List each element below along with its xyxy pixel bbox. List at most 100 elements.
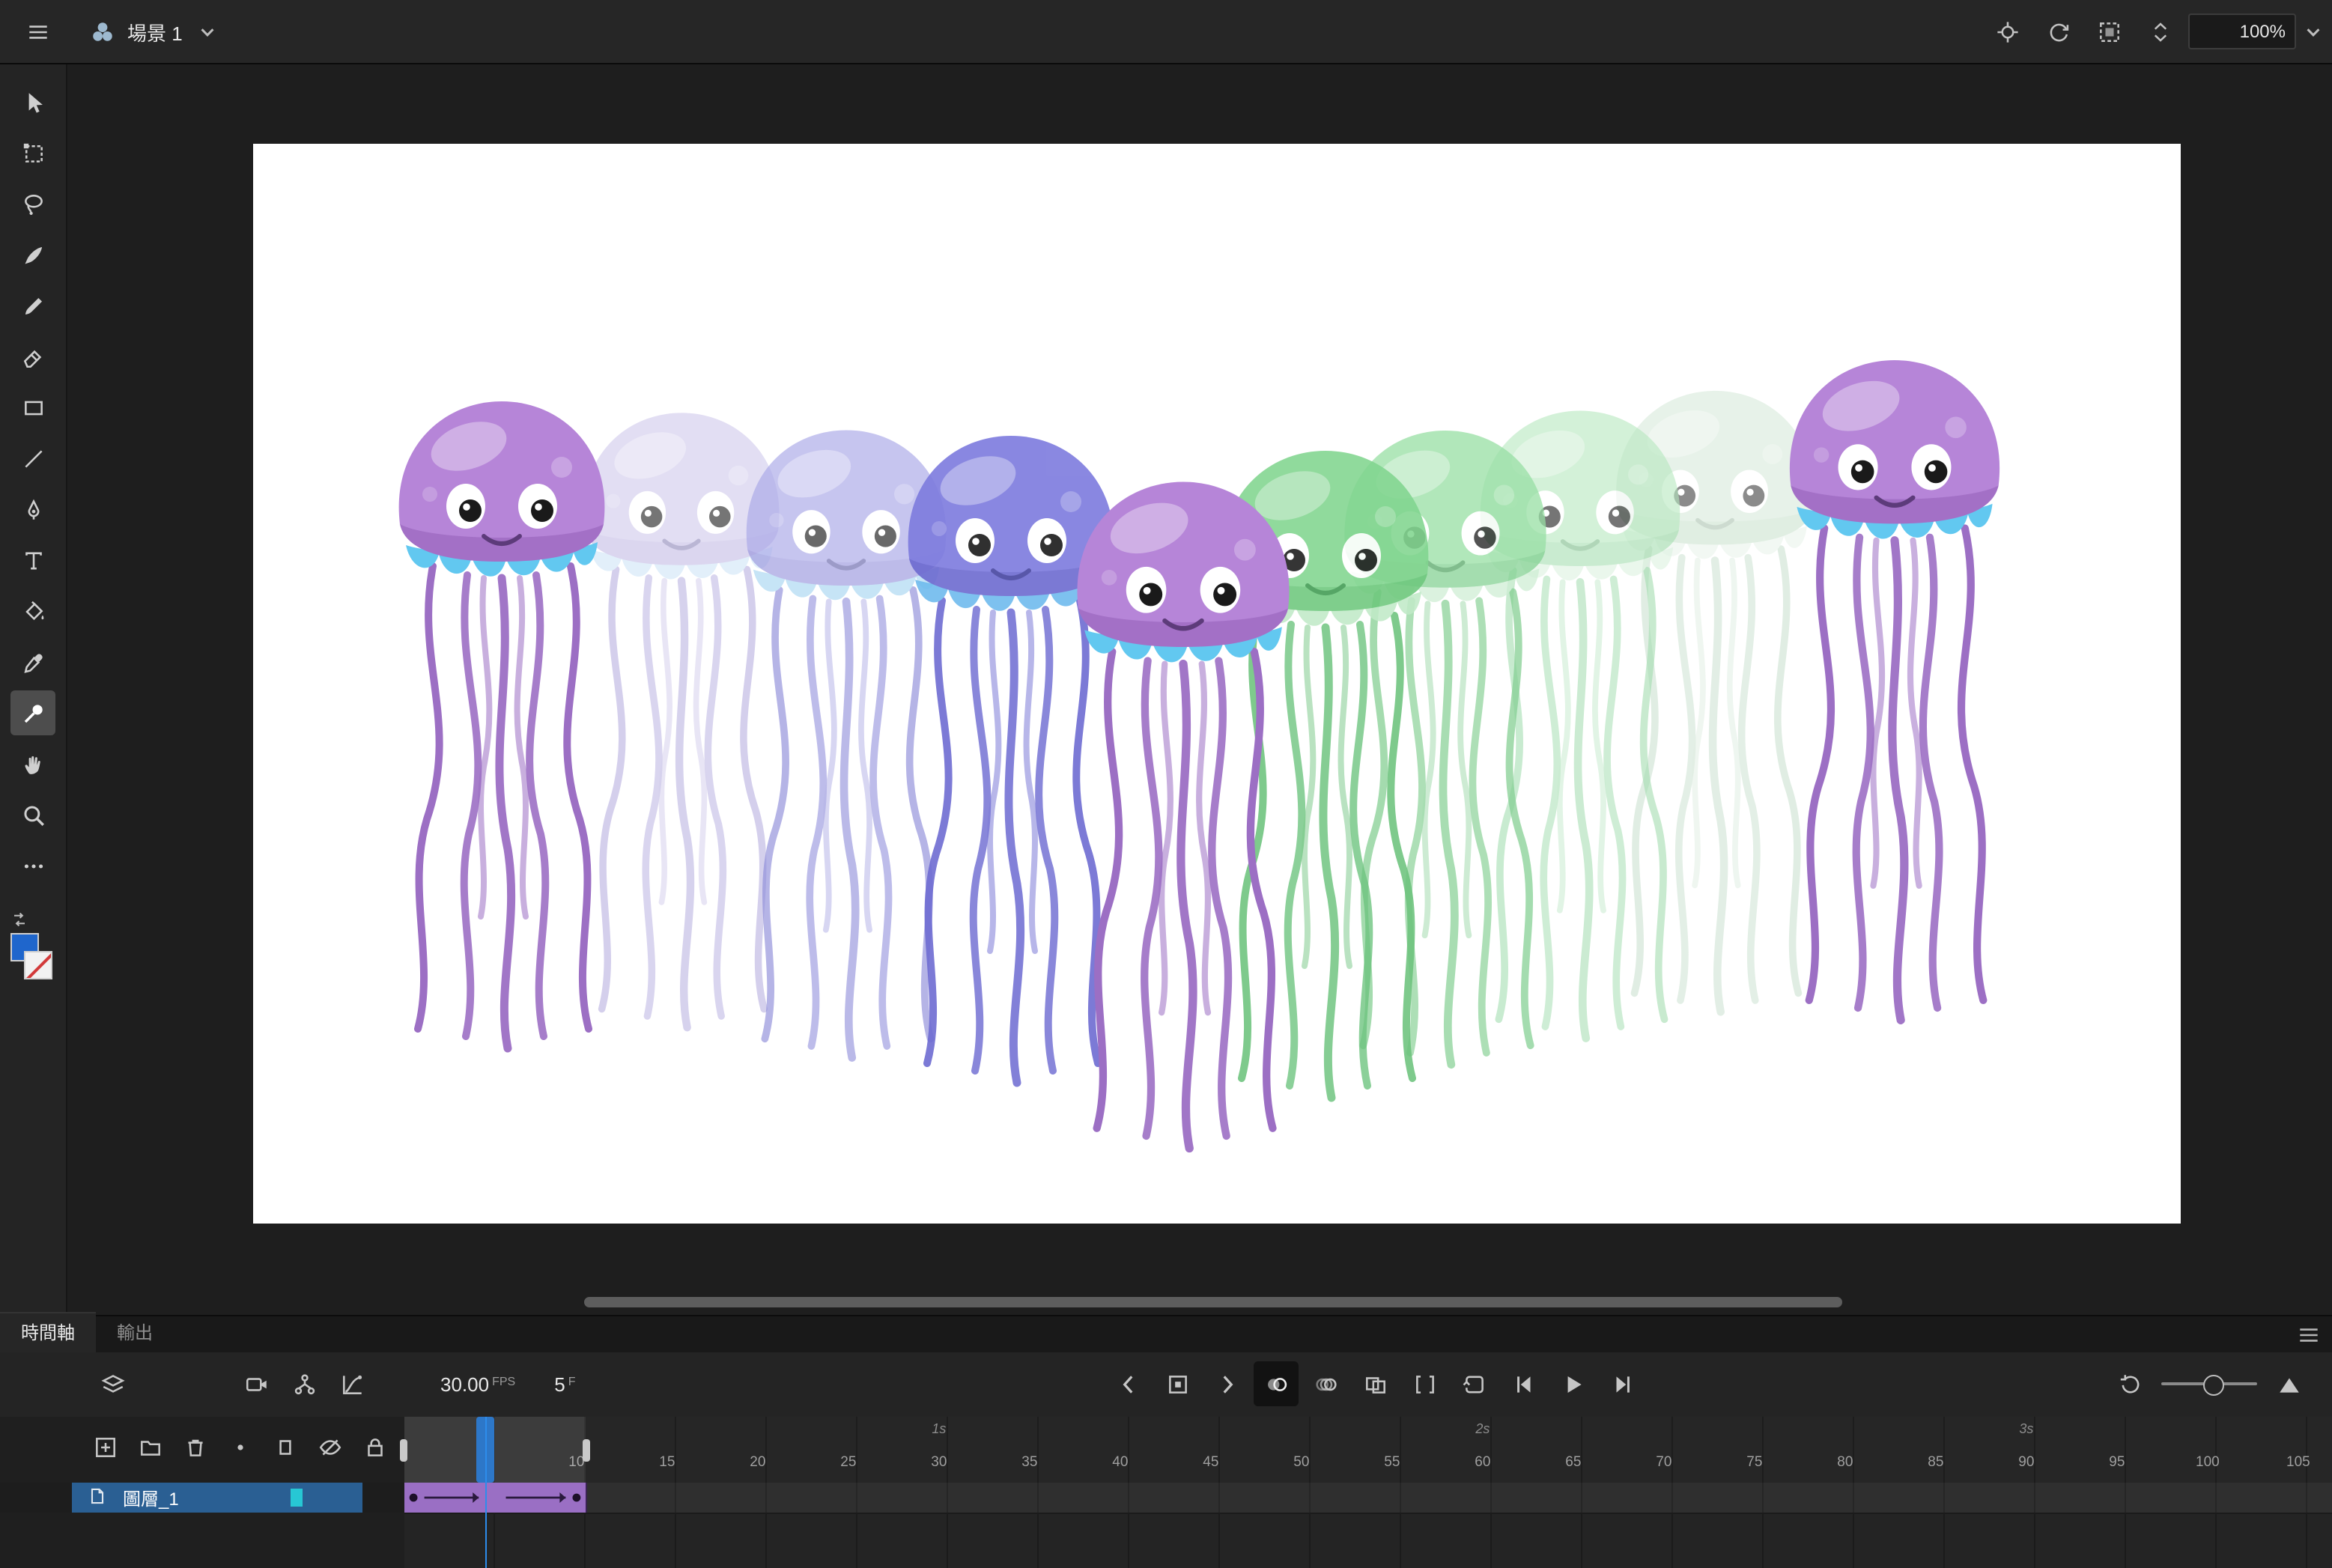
clip-content-outside-stage-button[interactable] <box>2086 9 2131 54</box>
jellyfish-purple[interactable] <box>1077 481 1290 1149</box>
tab-timeline[interactable]: 時間軸 <box>0 1312 97 1352</box>
onion-skin-outlines-button[interactable] <box>1303 1361 1348 1406</box>
timeline-zoom-slider[interactable] <box>2161 1375 2257 1396</box>
stroke-color-swatch[interactable] <box>24 951 52 979</box>
loop-playback-button[interactable] <box>1451 1361 1496 1406</box>
frame-rate-display[interactable]: 30.00 FPS <box>440 1373 515 1396</box>
frame-number: 65 <box>1565 1454 1582 1471</box>
clip-icon <box>2096 19 2122 44</box>
rotateHand-icon <box>2045 19 2071 44</box>
frame-number: 105 <box>2286 1454 2310 1471</box>
tween-span[interactable] <box>404 1483 587 1513</box>
onion-skin-button[interactable] <box>1254 1361 1299 1406</box>
layer-outline-color-swatch[interactable] <box>291 1489 303 1507</box>
hide-layer-button[interactable] <box>312 1429 347 1465</box>
text-tool[interactable] <box>10 538 55 583</box>
pen-tool[interactable] <box>10 487 55 532</box>
frame-number: 85 <box>1928 1454 1944 1471</box>
timeline-zoom-max-button[interactable] <box>2266 1361 2311 1406</box>
layer-frames-row[interactable] <box>404 1483 2332 1514</box>
panel-menu-button[interactable] <box>2293 1321 2323 1348</box>
selection-tool[interactable] <box>10 79 55 124</box>
nodeTree-icon <box>291 1372 317 1397</box>
jellyfish-blue[interactable] <box>908 436 1114 1083</box>
frame-number: 50 <box>1293 1454 1310 1471</box>
hand-tool[interactable] <box>10 741 55 786</box>
frame-number: 30 <box>931 1454 947 1471</box>
lasso-icon <box>20 191 46 216</box>
eyedropper-tool[interactable] <box>10 639 55 684</box>
tab-output[interactable]: 輸出 <box>96 1313 174 1352</box>
chevron-down-icon[interactable] <box>195 19 220 44</box>
frames-grid[interactable] <box>404 1483 2332 1568</box>
stage-canvas[interactable] <box>253 144 2181 1224</box>
layer-parenting-button[interactable] <box>282 1362 327 1407</box>
classic-brush-tool[interactable] <box>10 283 55 328</box>
curveGraph-icon <box>339 1372 365 1397</box>
menu-icon <box>25 19 50 44</box>
jellyfish-purple[interactable] <box>1789 360 2000 1021</box>
graph-editor-button[interactable] <box>330 1362 374 1407</box>
swap-colors-icon[interactable] <box>9 909 33 930</box>
onion-start-handle[interactable] <box>400 1439 407 1462</box>
step-back-frame-button[interactable] <box>1501 1361 1546 1406</box>
horizontal-scrollbar[interactable] <box>584 1297 1842 1307</box>
lock-layer-button[interactable] <box>356 1429 392 1465</box>
zoom-level-field[interactable]: 100% <box>2188 13 2296 49</box>
fluid-brush-tool[interactable] <box>10 232 55 277</box>
frame-ruler[interactable]: 1s2s3s5101520253035404550556065707580859… <box>400 1417 2332 1484</box>
step-forward-keyframe-button[interactable] <box>1204 1361 1249 1406</box>
new-folder-button[interactable] <box>132 1429 168 1465</box>
step-forward-frame-button[interactable] <box>1600 1361 1645 1406</box>
frame-number: 15 <box>659 1454 675 1471</box>
lock-icon <box>362 1434 387 1459</box>
show-hide-all-button[interactable] <box>222 1429 258 1465</box>
outline-mode-button[interactable] <box>267 1429 303 1465</box>
breadcrumb[interactable]: 場景 1 <box>90 17 220 46</box>
layer-panel: 圖層_1 <box>0 1417 406 1568</box>
delete-layer-button[interactable] <box>177 1429 213 1465</box>
edit-multiple-frames-button[interactable] <box>1352 1361 1397 1406</box>
play-button[interactable] <box>1550 1361 1595 1406</box>
step-back-keyframe-button[interactable] <box>1105 1361 1150 1406</box>
frame-number: 95 <box>2109 1454 2125 1471</box>
zoom-tool[interactable] <box>10 792 55 837</box>
frame-number: 45 <box>1203 1454 1219 1471</box>
pasteboard[interactable] <box>66 64 2332 1316</box>
more-tools-tool[interactable] <box>10 843 55 888</box>
timeline-zoom-knob[interactable] <box>2203 1375 2224 1396</box>
modify-onion-markers-button[interactable] <box>1402 1361 1447 1406</box>
fps-value: 30.00 <box>440 1373 490 1396</box>
frame-number: 60 <box>1475 1454 1491 1471</box>
layer-row-selected[interactable]: 圖層_1 <box>72 1483 362 1513</box>
timeline-panel: 時間軸 輸出 30.00 FPS 5 F 圖層_1 1s 2s 3s 10 15… <box>0 1312 2332 1568</box>
rotate-view-button[interactable] <box>2035 9 2080 54</box>
rectangle-tool[interactable] <box>10 385 55 430</box>
center-frame-button[interactable] <box>1155 1361 1200 1406</box>
main-menu-button[interactable] <box>12 9 63 54</box>
line-icon <box>20 446 46 471</box>
lasso-tool[interactable] <box>10 181 55 226</box>
playhead-line[interactable] <box>485 1417 488 1568</box>
zoom-dropdown-button[interactable] <box>2302 15 2323 48</box>
layer-panel-toggle-button[interactable] <box>90 1362 135 1407</box>
paint-bucket-tool[interactable] <box>10 589 55 633</box>
reset-timeline-zoom-button[interactable] <box>2107 1361 2152 1406</box>
new-layer-button[interactable] <box>87 1429 123 1465</box>
line-tool[interactable] <box>10 436 55 481</box>
onion-end-handle[interactable] <box>583 1439 590 1462</box>
free-transform-tool[interactable] <box>10 130 55 175</box>
center-stage-button[interactable] <box>1985 9 2029 54</box>
asset-warp-tool[interactable] <box>10 690 55 735</box>
rect-icon <box>20 395 46 420</box>
frame-number: 75 <box>1746 1454 1763 1471</box>
zoom-stepper-button[interactable] <box>2137 9 2182 54</box>
pin-icon <box>20 700 46 726</box>
layer-row[interactable]: 圖層_1 <box>0 1483 404 1513</box>
eraser-tool[interactable] <box>10 334 55 379</box>
jellyfish-purple[interactable] <box>398 401 605 1048</box>
nextFrame-icon <box>1609 1371 1635 1397</box>
current-frame-display[interactable]: 5 F <box>554 1373 575 1396</box>
onion-skin-range[interactable] <box>404 1417 586 1483</box>
add-camera-button[interactable] <box>234 1362 279 1407</box>
